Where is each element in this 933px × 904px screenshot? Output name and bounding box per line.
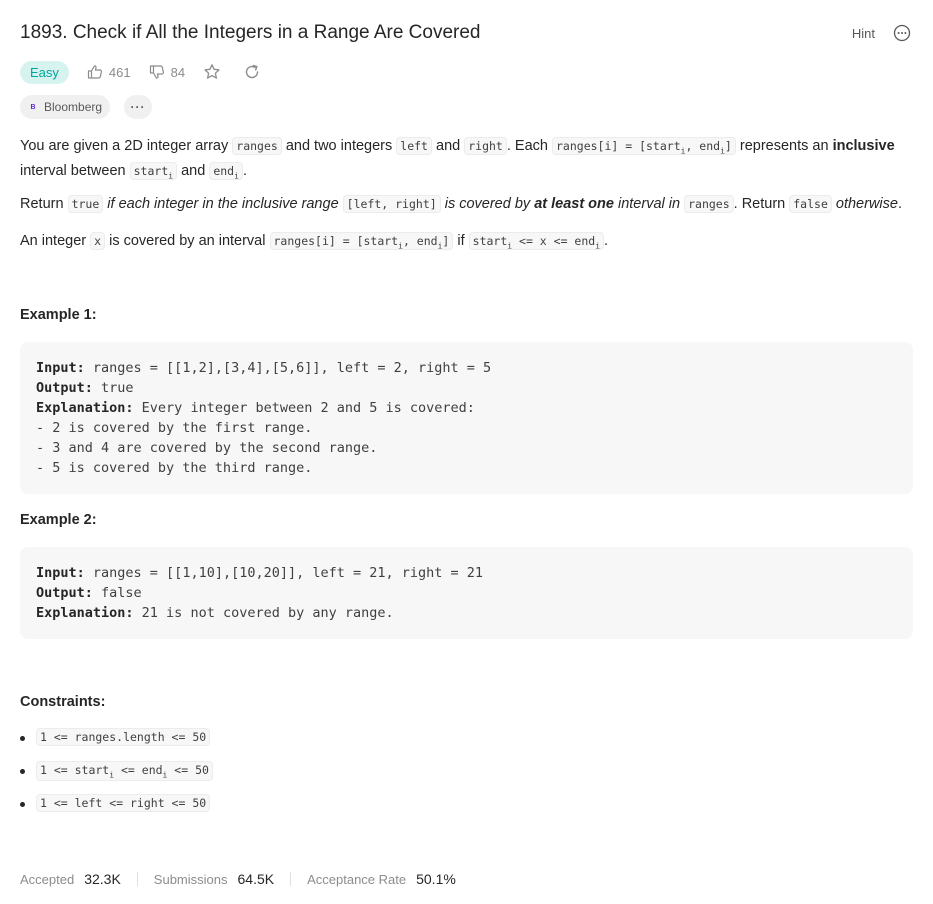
inline-code: ranges bbox=[684, 195, 734, 213]
dislike-count: 84 bbox=[170, 64, 186, 80]
top-actions: Hint bbox=[852, 24, 911, 42]
problem-title: 1893. Check if All the Integers in a Ran… bbox=[20, 22, 481, 43]
dislike-button[interactable]: 84 bbox=[149, 64, 185, 80]
italic-text: if each integer in the inclusive range bbox=[103, 196, 343, 212]
bloomberg-logo-icon: B bbox=[30, 103, 36, 111]
inline-code: true bbox=[67, 195, 104, 213]
like-button[interactable]: 461 bbox=[87, 64, 131, 80]
input-value: ranges = [[1,2],[3,4],[5,6]], left = 2, … bbox=[84, 360, 492, 376]
inline-code: left bbox=[396, 137, 432, 155]
example-2-heading: Example 2: bbox=[20, 512, 97, 528]
meta-row: Easy 461 84 bbox=[20, 59, 283, 85]
inline-code: endi bbox=[209, 162, 243, 181]
constraints-list: 1 <= ranges.length <= 50 1 <= starti <= … bbox=[20, 728, 213, 827]
inline-code: 1 <= left <= right <= 50 bbox=[36, 794, 211, 812]
text: . bbox=[897, 196, 902, 212]
constraint-item: 1 <= left <= right <= 50 bbox=[20, 794, 213, 827]
text: You are given a 2D integer array bbox=[20, 138, 233, 154]
example-1-heading: Example 1: bbox=[20, 307, 97, 323]
acceptance-rate-label: Acceptance Rate bbox=[307, 871, 407, 887]
bold-text: inclusive bbox=[832, 138, 895, 154]
input-value: ranges = [[1,10],[10,20]], left = 21, ri… bbox=[84, 565, 484, 581]
text: represents an bbox=[735, 138, 833, 154]
output-label: Output: bbox=[36, 380, 93, 396]
text: Return bbox=[20, 196, 68, 212]
like-count: 461 bbox=[108, 64, 131, 80]
inline-code: x bbox=[90, 232, 106, 250]
output-value: true bbox=[92, 380, 134, 396]
hint-button[interactable]: Hint bbox=[852, 26, 875, 41]
inline-code: starti bbox=[129, 162, 178, 181]
inline-code: starti <= x <= endi bbox=[468, 232, 605, 250]
italic-text: interval in bbox=[613, 196, 685, 212]
input-label: Input: bbox=[36, 360, 85, 376]
text: An integer bbox=[20, 233, 91, 249]
star-icon[interactable] bbox=[203, 63, 221, 81]
accepted-label: Accepted bbox=[20, 871, 75, 887]
company-tags: B Bloomberg ··· bbox=[20, 95, 166, 119]
more-tags-button[interactable]: ··· bbox=[124, 95, 153, 119]
text: and two integers bbox=[281, 138, 397, 154]
explanation-line: - 3 and 4 are covered by the second rang… bbox=[36, 440, 378, 456]
explanation-text: 21 is not covered by any range. bbox=[133, 605, 394, 621]
constraint-item: 1 <= ranges.length <= 50 bbox=[20, 728, 213, 761]
thumbs-down-icon bbox=[149, 65, 164, 79]
divider bbox=[290, 872, 292, 886]
output-value: false bbox=[92, 585, 142, 601]
text: . Return bbox=[733, 196, 790, 212]
inline-code: ranges[i] = [starti, endi] bbox=[552, 137, 736, 155]
submissions-value: 64.5K bbox=[237, 871, 275, 887]
inline-code: false bbox=[789, 195, 832, 213]
inline-code: right bbox=[464, 137, 507, 155]
explanation-text: Every integer between 2 and 5 is covered… bbox=[133, 400, 475, 416]
example-1-block: Input: ranges = [[1,2],[3,4],[5,6]], lef… bbox=[20, 342, 913, 494]
company-tag-label: Bloomberg bbox=[44, 100, 103, 114]
constraints-heading: Constraints: bbox=[20, 694, 106, 710]
inline-code: 1 <= starti <= endi <= 50 bbox=[36, 761, 213, 782]
accepted-value: 32.3K bbox=[84, 871, 121, 887]
submissions-label: Submissions bbox=[153, 871, 228, 887]
italic-text: is covered by bbox=[440, 196, 535, 212]
text: if bbox=[453, 233, 469, 249]
company-tag-bloomberg[interactable]: B Bloomberg bbox=[20, 95, 111, 119]
divider bbox=[136, 872, 138, 886]
text: and bbox=[431, 138, 465, 154]
inline-code: ranges bbox=[232, 137, 282, 155]
description-paragraph-3: An integer x is covered by an interval r… bbox=[20, 231, 910, 256]
explanation-line: - 2 is covered by the first range. bbox=[36, 420, 313, 436]
explanation-label: Explanation: bbox=[36, 605, 134, 621]
description-paragraph-2: Return true if each integer in the inclu… bbox=[20, 194, 910, 215]
inline-code: [left, right] bbox=[342, 195, 441, 213]
constraint-item: 1 <= starti <= endi <= 50 bbox=[20, 761, 213, 794]
share-icon[interactable] bbox=[243, 63, 261, 81]
explanation-line: - 5 is covered by the third range. bbox=[36, 460, 313, 476]
example-2-block: Input: ranges = [[1,10],[10,20]], left =… bbox=[20, 547, 913, 639]
inline-code: 1 <= ranges.length <= 50 bbox=[36, 728, 211, 746]
text: is covered by an interval bbox=[105, 233, 270, 249]
difficulty-badge: Easy bbox=[20, 60, 69, 84]
text: . bbox=[242, 163, 247, 180]
text: . bbox=[604, 233, 609, 249]
stats-bar: Accepted 32.3K Submissions 64.5K Accepta… bbox=[20, 871, 456, 887]
explanation-label: Explanation: bbox=[36, 400, 134, 416]
text: interval between bbox=[20, 163, 130, 180]
thumbs-up-icon bbox=[87, 65, 102, 79]
input-label: Input: bbox=[36, 565, 85, 581]
inline-code: ranges[i] = [starti, endi] bbox=[269, 232, 454, 250]
more-circle-icon[interactable] bbox=[893, 24, 911, 42]
output-label: Output: bbox=[36, 585, 93, 601]
text: and bbox=[177, 163, 210, 180]
italic-text: otherwise bbox=[831, 196, 898, 212]
description-paragraph-1: You are given a 2D integer array ranges … bbox=[20, 136, 910, 187]
bold-italic-text: at least one bbox=[534, 196, 614, 212]
text: . Each bbox=[506, 138, 552, 154]
acceptance-rate-value: 50.1% bbox=[416, 871, 456, 887]
